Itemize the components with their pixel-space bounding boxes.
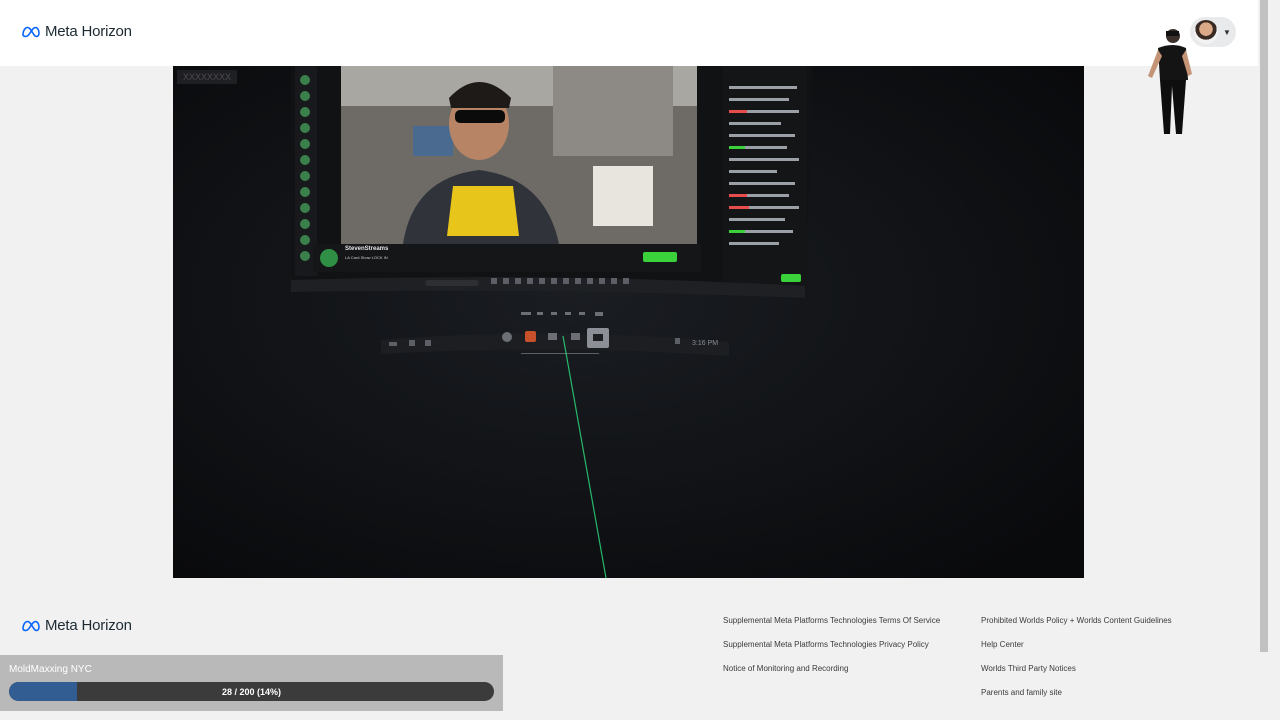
progress-label: 28 / 200 (14%)	[221, 686, 282, 697]
video-player[interactable]: XXXXXXXX StevenStreams LA Card Show LOCK…	[173, 66, 1084, 578]
meta-logo-icon	[22, 26, 40, 37]
profile-menu-button[interactable]: ▼	[1190, 17, 1236, 47]
brand-name: Meta Horizon	[45, 23, 132, 40]
footer-logo[interactable]: Meta Horizon	[21, 617, 132, 634]
footer-links-right: Prohibited Worlds Policy + Worlds Conten…	[981, 616, 1172, 712]
scrollbar-thumb[interactable]	[1260, 0, 1268, 652]
progress-bar: 28 / 200 (14%)	[9, 682, 494, 701]
stream-channel-name: StevenStreams	[345, 246, 389, 252]
terms-of-service-link[interactable]: Supplemental Meta Platforms Technologies…	[723, 616, 940, 640]
worlds-policy-link[interactable]: Prohibited Worlds Policy + Worlds Conten…	[981, 616, 1172, 640]
page-scrollbar[interactable]	[1258, 0, 1280, 720]
monitoring-notice-link[interactable]: Notice of Monitoring and Recording	[723, 664, 940, 688]
stream-title: LA Card Show LOCK IN	[345, 255, 388, 260]
video-overlay-tag: XXXXXXXX	[177, 70, 238, 84]
parents-family-link[interactable]: Parents and family site	[981, 688, 1172, 712]
progress-panel: MoldMaxxing NYC 28 / 200 (14%)	[0, 655, 503, 711]
avatar-figure-image	[1148, 29, 1192, 134]
vr-scene	[173, 66, 1084, 578]
chevron-down-icon: ▼	[1223, 27, 1231, 37]
avatar	[1194, 20, 1218, 44]
progress-title: MoldMaxxing NYC	[9, 664, 92, 675]
footer-links-left: Supplemental Meta Platforms Technologies…	[723, 616, 940, 688]
third-party-notices-link[interactable]: Worlds Third Party Notices	[981, 664, 1172, 688]
header-logo[interactable]: Meta Horizon	[21, 23, 132, 40]
privacy-policy-link[interactable]: Supplemental Meta Platforms Technologies…	[723, 640, 940, 664]
help-center-link[interactable]: Help Center	[981, 640, 1172, 664]
brand-name: Meta Horizon	[45, 617, 132, 634]
meta-logo-icon	[22, 620, 40, 631]
site-header: Meta Horizon ▼	[0, 0, 1258, 134]
vr-clock: 3:16 PM	[692, 340, 719, 347]
